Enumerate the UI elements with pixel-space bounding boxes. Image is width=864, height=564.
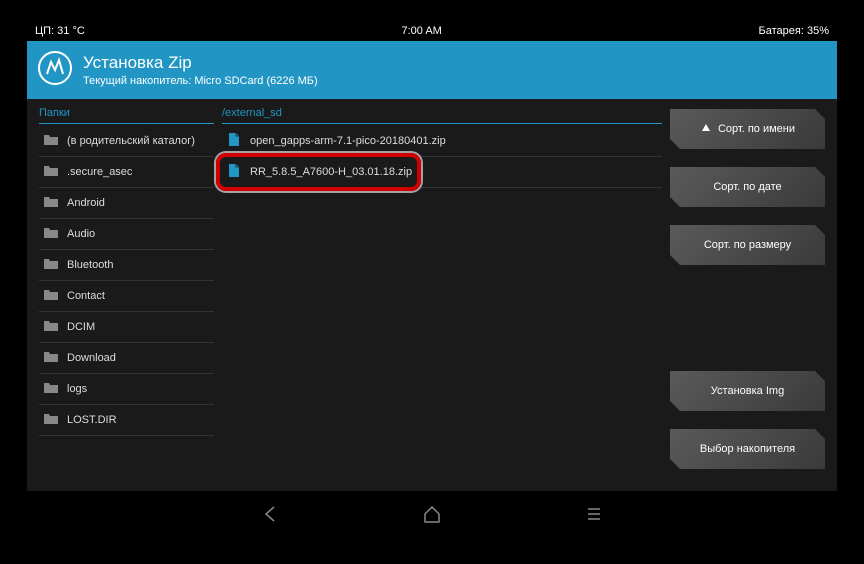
folder-label: Download (67, 352, 116, 364)
header: Установка Zip Текущий накопитель: Micro … (27, 41, 837, 99)
sort-name-label: Сорт. по имени (718, 123, 795, 135)
file-label: open_gapps-arm-7.1-pico-20180401.zip (250, 135, 446, 147)
folder-item[interactable]: Download (39, 343, 214, 374)
install-img-button[interactable]: Установка Img (670, 371, 825, 411)
folder-icon (43, 288, 59, 305)
sort-by-size-button[interactable]: Сорт. по размеру (670, 225, 825, 265)
folder-icon (43, 133, 59, 150)
folder-icon (43, 412, 59, 429)
folder-label: .secure_asec (67, 166, 132, 178)
folder-label: (в родительский каталог) (67, 135, 195, 147)
sort-date-label: Сорт. по дате (713, 181, 781, 193)
folders-label: Папки (39, 107, 214, 124)
select-storage-button[interactable]: Выбор накопителя (670, 429, 825, 469)
folder-icon (43, 226, 59, 243)
menu-icon[interactable] (583, 503, 605, 530)
file-label: RR_5.8.5_A7600-H_03.01.18.zip (250, 166, 412, 178)
folder-item[interactable]: Audio (39, 219, 214, 250)
folder-parent[interactable]: (в родительский каталог) (39, 126, 214, 157)
clock: 7:00 AM (85, 25, 759, 37)
folder-item[interactable]: LOST.DIR (39, 405, 214, 436)
sort-size-label: Сорт. по размеру (704, 239, 791, 251)
folder-item[interactable]: Android (39, 188, 214, 219)
folder-icon (43, 257, 59, 274)
folder-icon (43, 164, 59, 181)
battery-status: Батарея: 35% (759, 25, 829, 37)
home-icon[interactable] (421, 503, 443, 530)
folder-icon (43, 381, 59, 398)
folder-label: LOST.DIR (67, 414, 117, 426)
install-img-label: Установка Img (711, 385, 784, 397)
file-icon (228, 163, 240, 181)
folder-item[interactable]: Bluetooth (39, 250, 214, 281)
sort-by-name-button[interactable]: Сорт. по имени (670, 109, 825, 149)
folder-label: Bluetooth (67, 259, 113, 271)
file-item[interactable]: open_gapps-arm-7.1-pico-20180401.zip (222, 126, 662, 157)
select-storage-label: Выбор накопителя (700, 443, 795, 455)
nav-bar (27, 491, 837, 541)
folder-icon (43, 319, 59, 336)
back-icon[interactable] (259, 503, 281, 530)
file-icon (228, 132, 240, 150)
page-title: Установка Zip (83, 53, 318, 73)
folder-list[interactable]: (в родительский каталог) .secure_asec Andr… (39, 126, 214, 469)
folder-label: logs (67, 383, 87, 395)
folder-label: Audio (67, 228, 95, 240)
cpu-temp: ЦП: 31 °C (35, 25, 85, 37)
folder-item[interactable]: Contact (39, 281, 214, 312)
folder-label: Android (67, 197, 105, 209)
sort-by-date-button[interactable]: Сорт. по дате (670, 167, 825, 207)
file-item[interactable]: RR_5.8.5_A7600-H_03.01.18.zip (222, 157, 662, 188)
folder-item[interactable]: DCIM (39, 312, 214, 343)
folder-label: Contact (67, 290, 105, 302)
twrp-logo-icon (37, 50, 73, 91)
folder-item[interactable]: .secure_asec (39, 157, 214, 188)
status-bar: ЦП: 31 °C 7:00 AM Батарея: 35% (27, 21, 837, 41)
path-label: /external_sd (222, 107, 662, 124)
storage-subtitle: Текущий накопитель: Micro SDCard (6226 М… (83, 75, 318, 87)
folder-item[interactable]: logs (39, 374, 214, 405)
sort-icon (700, 122, 712, 137)
folder-label: DCIM (67, 321, 95, 333)
file-list[interactable]: open_gapps-arm-7.1-pico-20180401.zip RR_5… (222, 126, 662, 188)
folder-icon (43, 350, 59, 367)
folder-icon (43, 195, 59, 212)
